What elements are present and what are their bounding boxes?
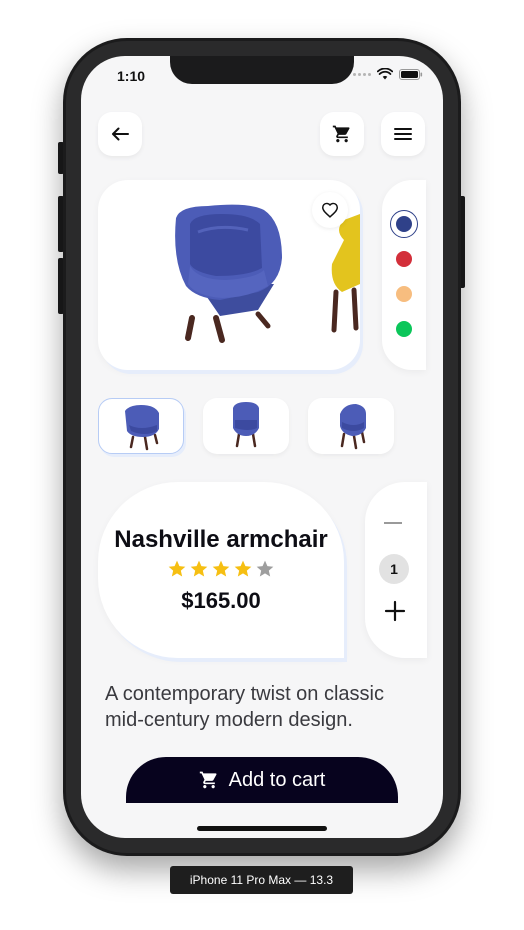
notch xyxy=(170,56,354,84)
thumbnail-3[interactable] xyxy=(308,398,394,454)
color-swatch-1[interactable] xyxy=(396,216,412,232)
product-name: Nashville armchair xyxy=(114,526,328,553)
home-indicator[interactable] xyxy=(197,826,327,831)
thumbnail-1[interactable] xyxy=(98,398,184,454)
menu-icon xyxy=(394,128,412,140)
color-swatch-4[interactable] xyxy=(396,321,412,337)
star-icon xyxy=(256,560,274,577)
color-picker xyxy=(382,180,426,370)
star-icon xyxy=(168,560,186,577)
product-price: $165.00 xyxy=(181,588,261,613)
star-icon xyxy=(234,560,252,577)
product-image-card[interactable] xyxy=(98,180,360,370)
back-button[interactable] xyxy=(98,112,142,156)
add-to-cart-button[interactable]: Add to cart xyxy=(126,757,398,803)
wifi-icon xyxy=(377,68,393,80)
increase-quantity-button[interactable] xyxy=(383,599,407,623)
rating-stars xyxy=(98,559,344,579)
thumbnail-2[interactable] xyxy=(203,398,289,454)
status-icons xyxy=(353,68,423,80)
arrow-left-icon xyxy=(112,127,129,141)
heart-icon xyxy=(321,202,339,218)
signal-icon xyxy=(353,72,371,76)
quantity-value: 1 xyxy=(379,554,409,584)
product-description: A contemporary twist on classic mid-cent… xyxy=(105,683,384,731)
cart-icon xyxy=(332,125,350,143)
device-label: iPhone 11 Pro Max — 13.3 xyxy=(170,866,353,894)
cart-icon xyxy=(199,771,217,789)
color-swatch-3[interactable] xyxy=(396,286,412,302)
armchair-thumbnail-side xyxy=(233,402,259,448)
quantity-stepper: 1 xyxy=(365,482,427,658)
star-icon xyxy=(190,560,208,577)
star-icon xyxy=(212,560,230,577)
favorite-button[interactable] xyxy=(312,192,348,228)
armchair-thumbnail-angle xyxy=(340,404,366,450)
status-time: 1:10 xyxy=(117,68,146,84)
armchair-thumbnail-front xyxy=(125,405,159,451)
menu-button[interactable] xyxy=(381,112,425,156)
color-swatch-2[interactable] xyxy=(396,251,412,267)
app-screen: 1:10 Nashville armchair $165.00 1 A cont… xyxy=(81,56,443,838)
cart-button[interactable] xyxy=(320,112,364,156)
product-info-card: Nashville armchair $165.00 xyxy=(98,482,344,658)
decrease-quantity-button[interactable] xyxy=(384,522,402,524)
add-to-cart-label: Add to cart xyxy=(228,768,326,791)
battery-icon xyxy=(399,68,423,80)
